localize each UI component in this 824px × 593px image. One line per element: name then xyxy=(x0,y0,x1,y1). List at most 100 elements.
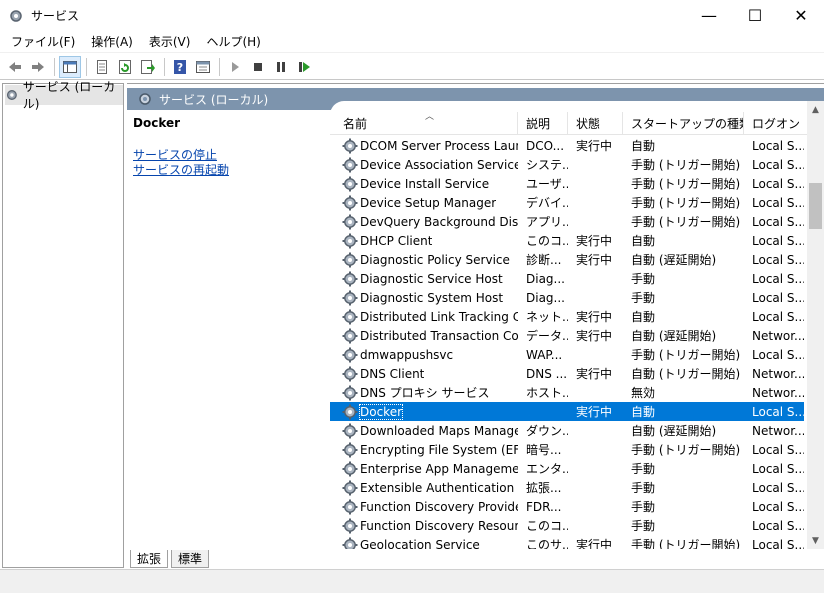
maximize-button[interactable]: ☐ xyxy=(732,0,778,31)
table-row[interactable]: Device Setup Manager デバイ... 手動 (トリガー開始) Loc… xyxy=(330,193,804,212)
service-status-cell: 実行中 xyxy=(576,329,613,343)
service-status-cell: 実行中 xyxy=(576,139,613,153)
service-name-cell: Device Setup Manager xyxy=(330,195,518,211)
window-title: サービス xyxy=(31,9,80,23)
tab-standard[interactable]: 標準 xyxy=(171,550,210,568)
table-row[interactable]: Distributed Link Tracking Cli... ネット... 実行… xyxy=(330,307,804,326)
table-row[interactable]: Docker 実行中 自動 Local S... xyxy=(330,402,804,421)
selected-service-name: Docker xyxy=(133,116,181,130)
table-row[interactable]: DCOM Server Process Laun... DCO... 実行中 自動 Lo… xyxy=(330,136,804,155)
toolbar-separator xyxy=(86,57,87,76)
column-header-status[interactable]: 状態 xyxy=(568,112,623,135)
table-row[interactable]: Diagnostic Policy Service 診断... 実行中 自動 (遅延開… xyxy=(330,250,804,269)
view-icon[interactable] xyxy=(192,56,214,78)
stop-service-link[interactable]: サービスの停止 xyxy=(133,148,329,163)
service-description-cell: DNS ... xyxy=(526,366,568,381)
table-row[interactable]: Function Discovery Provider... FDR... 手動 Lo… xyxy=(330,497,804,516)
gear-icon xyxy=(342,157,358,172)
table-row[interactable]: dmwappushsvc WAP... 手動 (トリガー開始) Local S... xyxy=(330,345,804,364)
service-startup-cell: 無効 xyxy=(631,386,656,400)
table-row[interactable]: Encrypting File System (EFS) 暗号... 手動 (トリガ… xyxy=(330,440,804,459)
column-header-description[interactable]: 説明 xyxy=(518,112,568,135)
service-logon-cell: Local S... xyxy=(752,271,804,286)
stop-icon[interactable] xyxy=(247,56,269,78)
column-header-logon[interactable]: ログオン xyxy=(744,112,804,135)
table-row[interactable]: DHCP Client このコ... 実行中 自動 Local S... xyxy=(330,231,804,250)
vertical-scrollbar[interactable]: ▲ ▼ xyxy=(807,101,824,549)
table-row[interactable]: DNS プロキシ サービスホスト... 無効 Networ... xyxy=(330,383,804,402)
pause-icon[interactable] xyxy=(270,56,292,78)
gear-icon xyxy=(342,404,358,419)
menu-view[interactable]: 表示(V) xyxy=(141,33,199,50)
table-row[interactable]: Function Discovery Resourc... このコ... 手動 Loc… xyxy=(330,516,804,535)
menu-file[interactable]: ファイル(F) xyxy=(3,33,83,50)
service-description-cell: エンタ... xyxy=(526,462,568,476)
back-arrow-icon[interactable] xyxy=(4,56,26,78)
service-logon-cell: Local S... xyxy=(752,537,804,550)
service-description-cell: 暗号... xyxy=(526,443,562,457)
service-startup-cell: 自動 xyxy=(631,405,656,419)
table-row[interactable]: Device Install Service ユーザ... 手動 (トリガー開始) L… xyxy=(330,174,804,193)
tab-extended[interactable]: 拡張 xyxy=(130,550,169,568)
gear-icon xyxy=(342,214,358,229)
table-row[interactable]: Diagnostic Service Host Diag... 手動 Local S.… xyxy=(330,269,804,288)
gear-icon xyxy=(342,442,358,457)
minimize-button[interactable]: — xyxy=(686,0,732,31)
gear-icon xyxy=(342,366,358,381)
status-bar xyxy=(0,569,824,593)
column-header-startup-type[interactable]: スタートアップの種類 xyxy=(623,112,744,135)
view-tabs: 拡張 標準 xyxy=(127,548,210,568)
service-name-cell: Function Discovery Resourc... xyxy=(330,518,518,534)
gear-icon xyxy=(342,195,358,210)
panel-title: サービス (ローカル) xyxy=(159,92,269,107)
close-button[interactable]: ✕ xyxy=(778,0,824,31)
service-startup-cell: 手動 (トリガー開始) xyxy=(631,215,741,229)
gear-icon xyxy=(342,233,358,248)
table-row[interactable]: Device Association Service システ... 手動 (トリガー… xyxy=(330,155,804,174)
table-row[interactable]: Diagnostic System Host Diag... 手動 Local S..… xyxy=(330,288,804,307)
service-name-cell: Enterprise App Managemen... xyxy=(330,461,518,477)
service-description-cell: システ... xyxy=(526,158,568,172)
services-list: ︿ 名前 説明 状態 スタートアップの種類 ログオン DCOM Server P… xyxy=(330,101,824,549)
console-tree-icon[interactable] xyxy=(59,55,81,78)
scroll-down-icon[interactable]: ▼ xyxy=(807,532,824,549)
refresh-icon[interactable] xyxy=(114,56,136,78)
toolbar: ? xyxy=(0,54,824,80)
tree-item-services-local[interactable]: サービス (ローカル) xyxy=(5,80,123,111)
console-tree: サービス (ローカル) xyxy=(2,80,124,568)
service-status-cell: 実行中 xyxy=(576,538,613,549)
gear-icon xyxy=(342,480,358,495)
service-startup-cell: 手動 xyxy=(631,462,656,476)
menu-help[interactable]: ヘルプ(H) xyxy=(198,33,268,50)
table-row[interactable]: DNS Client DNS ... 実行中 自動 (トリガー開始) Networ... xyxy=(330,364,804,383)
toolbar-separator xyxy=(219,57,220,76)
service-name-cell: DHCP Client xyxy=(330,233,518,249)
service-name-cell: Extensible Authentication P... xyxy=(330,480,518,496)
play-icon[interactable] xyxy=(224,56,246,78)
table-row[interactable]: DevQuery Background Disc... アプリ... 手動 (トリガ… xyxy=(330,212,804,231)
forward-arrow-icon[interactable] xyxy=(27,56,49,78)
export-icon[interactable] xyxy=(137,56,159,78)
gear-icon xyxy=(342,461,358,476)
column-header-name[interactable]: ︿ 名前 xyxy=(330,112,518,135)
table-row[interactable]: Enterprise App Managemen... エンタ... 手動 Local… xyxy=(330,459,804,478)
service-name-cell: Distributed Link Tracking Cli... xyxy=(330,309,518,325)
help-icon[interactable]: ? xyxy=(169,56,191,78)
service-description-cell: ネット... xyxy=(526,310,568,324)
scroll-up-icon[interactable]: ▲ xyxy=(807,101,824,118)
table-row[interactable]: Downloaded Maps Manager ダウン... 自動 (遅延開始) Ne… xyxy=(330,421,804,440)
gear-icon xyxy=(342,385,358,400)
table-row[interactable]: Distributed Transaction Coo... データ... 実行中 自… xyxy=(330,326,804,345)
service-logon-cell: Local S... xyxy=(752,347,804,362)
sort-up-icon: ︿ xyxy=(425,112,435,122)
menu-action[interactable]: 操作(A) xyxy=(83,33,141,50)
scrollbar-thumb[interactable] xyxy=(809,183,822,229)
restart-icon[interactable] xyxy=(293,56,315,78)
table-row[interactable]: Geolocation Service このサ... 実行中 手動 (トリガー開始) L… xyxy=(330,535,804,549)
service-name-cell: Distributed Transaction Coo... xyxy=(330,328,518,344)
table-row[interactable]: Extensible Authentication P... 拡張... 手動 Loc… xyxy=(330,478,804,497)
restart-service-link[interactable]: サービスの再起動 xyxy=(133,163,329,178)
service-startup-cell: 手動 (トリガー開始) xyxy=(631,538,741,549)
title-bar: サービス — ☐ ✕ xyxy=(0,0,824,31)
properties-icon[interactable] xyxy=(91,56,113,78)
